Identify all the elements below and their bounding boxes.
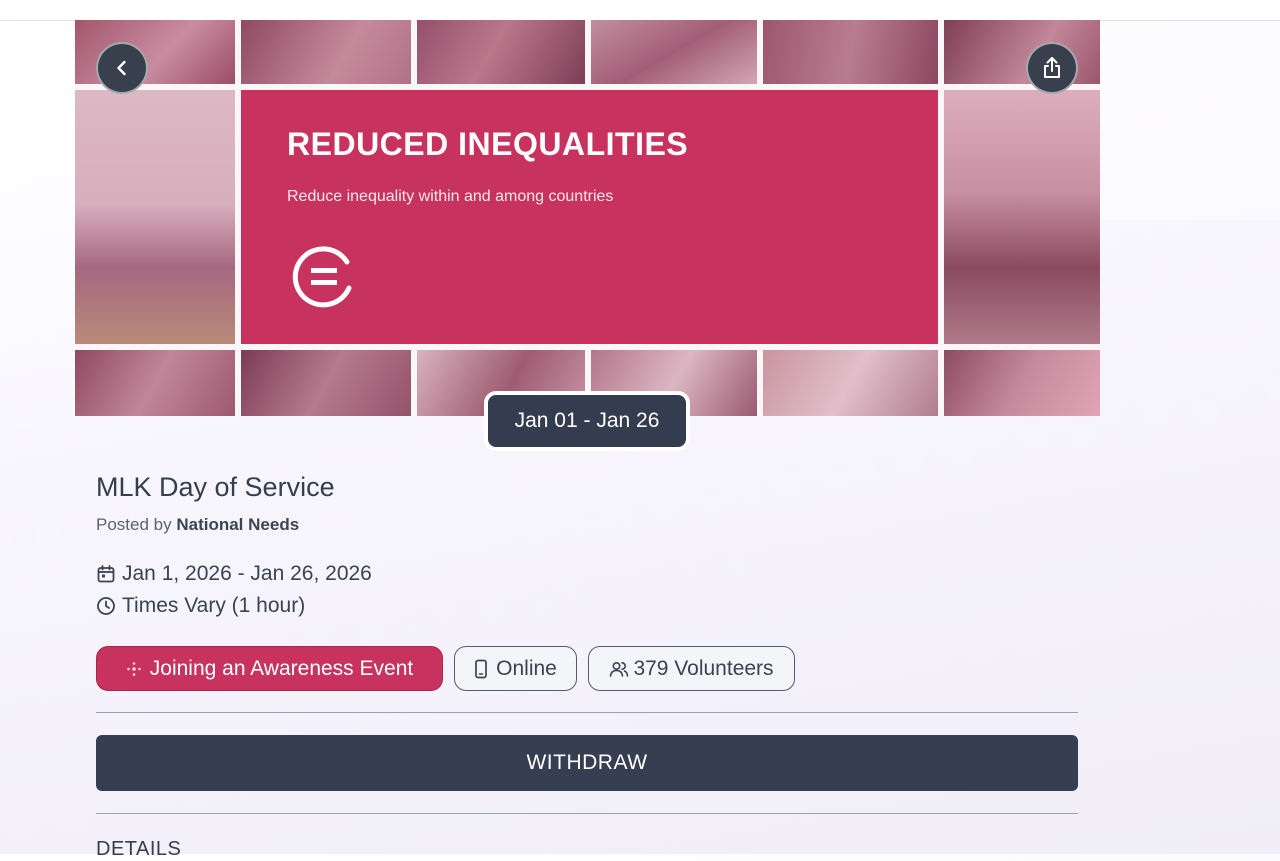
back-button[interactable]	[96, 42, 148, 94]
divider	[96, 813, 1078, 814]
date-range-badge: Jan 01 - Jan 26	[484, 391, 690, 451]
sdg-banner: REDUCED INEQUALITIES Reduce inequality w…	[241, 90, 938, 344]
banner-subtitle: Reduce inequality within and among count…	[287, 188, 614, 205]
details-heading: DETAILS	[96, 838, 182, 860]
photo-tile	[75, 90, 235, 344]
phone-icon	[475, 659, 487, 678]
divider	[96, 712, 1078, 713]
photo-tile	[417, 20, 585, 84]
photo-tile	[241, 20, 411, 84]
withdraw-button[interactable]: WITHDRAW	[96, 735, 1078, 791]
volunteers-chip-label: 379 Volunteers	[633, 656, 774, 680]
cause-chip-label: Joining an Awareness Event	[149, 656, 414, 680]
photo-tile	[944, 90, 1100, 344]
event-time-row: Times Vary (1 hour)	[96, 594, 305, 618]
users-icon	[610, 661, 629, 677]
banner-title: REDUCED INEQUALITIES	[287, 126, 689, 162]
photo-tile	[763, 20, 938, 84]
volunteers-chip[interactable]: 379 Volunteers	[588, 646, 795, 691]
clock-icon	[97, 597, 115, 615]
event-hero-image: REDUCED INEQUALITIES Reduce inequality w…	[75, 20, 1100, 416]
photo-tile	[591, 20, 757, 84]
event-time-text: Times Vary (1 hour)	[122, 594, 306, 617]
calendar-icon	[97, 565, 115, 583]
location-chip[interactable]: Online	[454, 646, 577, 691]
photo-tile	[241, 350, 411, 416]
share-button[interactable]	[1026, 42, 1078, 94]
cause-chip[interactable]: Joining an Awareness Event	[96, 646, 443, 691]
event-title: MLK Day of Service	[96, 472, 335, 502]
photo-tile	[75, 350, 235, 416]
posted-by-prefix: Posted by	[96, 515, 172, 534]
photo-tile	[944, 350, 1100, 416]
event-date-row: Jan 1, 2026 - Jan 26, 2026	[96, 562, 372, 586]
posted-by: Posted by National Needs	[96, 515, 299, 535]
chevron-left-icon	[117, 60, 126, 76]
event-date-text: Jan 1, 2026 - Jan 26, 2026	[122, 562, 372, 585]
organization-name[interactable]: National Needs	[176, 515, 299, 534]
top-bar	[0, 0, 1280, 21]
awareness-icon	[126, 661, 141, 676]
share-icon	[1044, 57, 1060, 78]
location-chip-label: Online	[496, 656, 557, 680]
equality-logo-icon	[292, 246, 352, 308]
photo-tile	[763, 350, 938, 416]
